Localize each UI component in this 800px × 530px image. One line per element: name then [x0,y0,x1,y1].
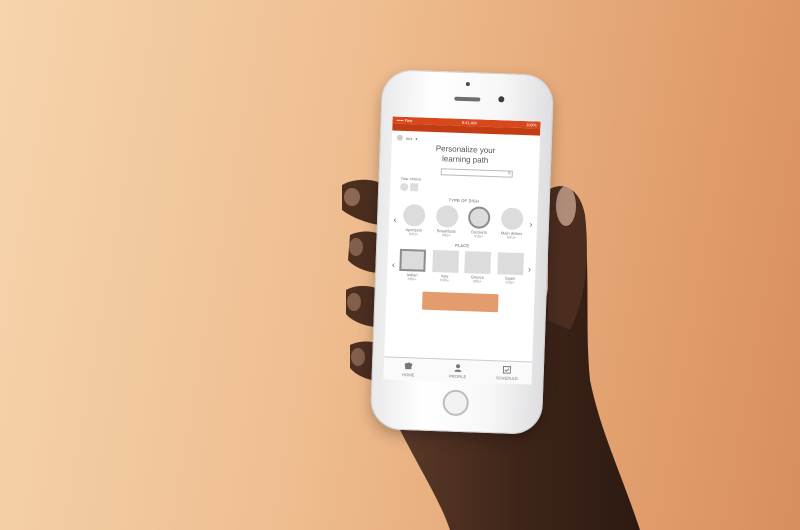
calendar-check-icon [503,365,512,374]
home-button[interactable] [442,389,470,417]
chevron-right-icon[interactable]: › [525,264,533,274]
tab-home[interactable]: HOME [384,357,434,381]
phone-device: ••••• Fine 8:41 AM 100% Irini ▾ Personal… [369,69,555,435]
place-item[interactable]: Spain Info+ [495,252,526,285]
info-link[interactable]: Info+ [440,277,449,282]
place-thumbnail [399,248,427,272]
avatar [396,134,404,141]
info-link[interactable]: Info+ [505,280,514,285]
phone-screen: ••••• Fine 8:41 AM 100% Irini ▾ Personal… [383,116,541,385]
place-carousel: ‹ Indian Info+ Italy Info+ Greece Info+ [387,245,536,285]
tab-schedule[interactable]: SCHEDULE [482,361,532,385]
continue-button[interactable] [421,291,499,313]
search-icon: ⚲ [507,170,511,176]
tab-label: HOME [402,371,415,377]
carrier-label: ••••• Fine [396,117,413,124]
dish-item[interactable]: Breakfasts Info+ [431,205,462,238]
front-camera [498,96,505,103]
user-name: Irini [405,135,413,141]
page-title: Personalize your learning path [391,142,540,167]
tab-bar: HOME PROFILE SCHEDULE [383,356,533,385]
dish-item[interactable]: Main dishes Info+ [496,207,527,240]
dish-thumbnail [402,203,426,227]
dish-thumbnail [435,205,459,228]
tab-label: SCHEDULE [495,374,518,381]
choice-chip-dish[interactable] [400,182,409,192]
sensor-dot [465,82,470,87]
dish-carousel: ‹ Apetizers Info+ Breakfasts Info+ Desse… [389,200,538,240]
dish-item-selected[interactable]: Desserts Info+ [464,206,495,239]
info-link[interactable]: Info+ [473,278,482,283]
chevron-down-icon: ▾ [415,135,418,141]
tab-label: PROFILE [449,373,467,379]
place-item[interactable]: Italy Info+ [430,249,461,283]
battery-label: 100% [526,122,537,128]
info-link[interactable]: Info+ [442,232,451,237]
time-label: 8:41 AM [461,119,477,126]
info-link[interactable]: Info+ [507,235,516,240]
chevron-right-icon[interactable]: › [527,219,535,229]
tab-profile[interactable]: PROFILE [433,359,483,383]
earpiece-speaker [454,96,481,102]
choice-chip-place[interactable] [410,183,419,192]
place-item-selected[interactable]: Indian Info+ [397,248,428,282]
place-item[interactable]: Greece Info+ [462,251,493,284]
dish-thumbnail [500,207,524,231]
info-link[interactable]: Info+ [409,231,418,236]
chef-hat-icon [404,361,413,369]
dish-item[interactable]: Apetizers Info+ [399,203,430,237]
info-link[interactable]: Info+ [407,276,416,281]
info-link[interactable]: Info+ [474,233,483,238]
dish-thumbnail [468,206,491,229]
place-thumbnail [431,249,459,273]
place-thumbnail [464,251,492,275]
place-thumbnail [497,252,524,276]
person-icon [454,363,462,372]
search-input[interactable]: ⚲ [440,168,513,178]
